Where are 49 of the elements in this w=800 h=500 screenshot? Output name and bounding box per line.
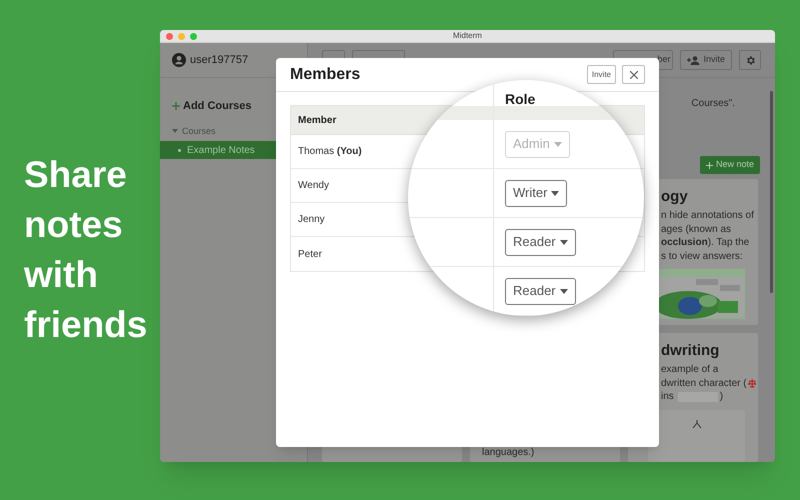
- character-icon: [748, 378, 756, 388]
- stroke-drawing: [692, 420, 702, 428]
- note-text: ins: [661, 390, 674, 404]
- role-dropdown[interactable]: Writer: [505, 180, 568, 206]
- hint-text: Courses".: [691, 97, 735, 111]
- headline: Share notes with friends: [24, 153, 148, 347]
- role-dropdown[interactable]: Reader: [505, 278, 576, 304]
- close-button[interactable]: [622, 65, 645, 84]
- add-person-icon: [687, 56, 700, 64]
- dialog-title: Members: [290, 64, 362, 84]
- note-text: languages.): [482, 446, 536, 460]
- member-name: Jenny: [298, 213, 325, 227]
- courses-section-toggle[interactable]: Courses: [172, 124, 216, 138]
- minimize-window-button[interactable]: [178, 32, 185, 40]
- note-title: ogy: [661, 187, 689, 207]
- column-header: Member: [297, 114, 338, 128]
- caret-icon: [551, 190, 560, 196]
- invite-button[interactable]: Invite: [586, 65, 616, 84]
- member-name: Peter: [298, 248, 322, 262]
- caret-icon: [560, 240, 568, 244]
- user-avatar-icon: [172, 53, 186, 67]
- window-title: Midterm: [453, 30, 482, 42]
- member-name: Wendy: [298, 179, 329, 193]
- member-name: Thomas (You): [298, 145, 362, 159]
- note-text: occlusion). Tap the: [661, 236, 750, 250]
- caret-icon: [560, 288, 568, 294]
- caret-icon: [554, 142, 562, 146]
- add-courses-button[interactable]: Add Courses: [172, 98, 252, 114]
- settings-button[interactable]: [739, 50, 761, 70]
- note-text: example of a: [661, 363, 718, 376]
- user-name: user197757: [190, 52, 248, 68]
- note-title: dwriting: [661, 341, 720, 361]
- note-text: s to view answers:: [661, 250, 743, 263]
- close-icon: [630, 70, 638, 78]
- note-text: ages (known as: [661, 222, 732, 236]
- note-text: n hide annotations of: [661, 209, 754, 222]
- plus-icon: [706, 162, 713, 168]
- close-window-button[interactable]: [166, 32, 173, 40]
- new-note-button[interactable]: New note: [700, 156, 760, 174]
- handwriting-canvas[interactable]: [648, 410, 745, 462]
- settings-icon: [744, 54, 756, 66]
- zoom-window-button[interactable]: [190, 32, 197, 40]
- note-text: ): [720, 390, 724, 404]
- invite-button[interactable]: Invite: [680, 50, 732, 70]
- note-text: dwritten character (: [661, 376, 747, 390]
- role-dropdown[interactable]: Reader: [505, 228, 576, 256]
- bullet-icon: [178, 148, 181, 152]
- column-header: Role: [505, 90, 536, 109]
- plus-icon: [172, 102, 180, 110]
